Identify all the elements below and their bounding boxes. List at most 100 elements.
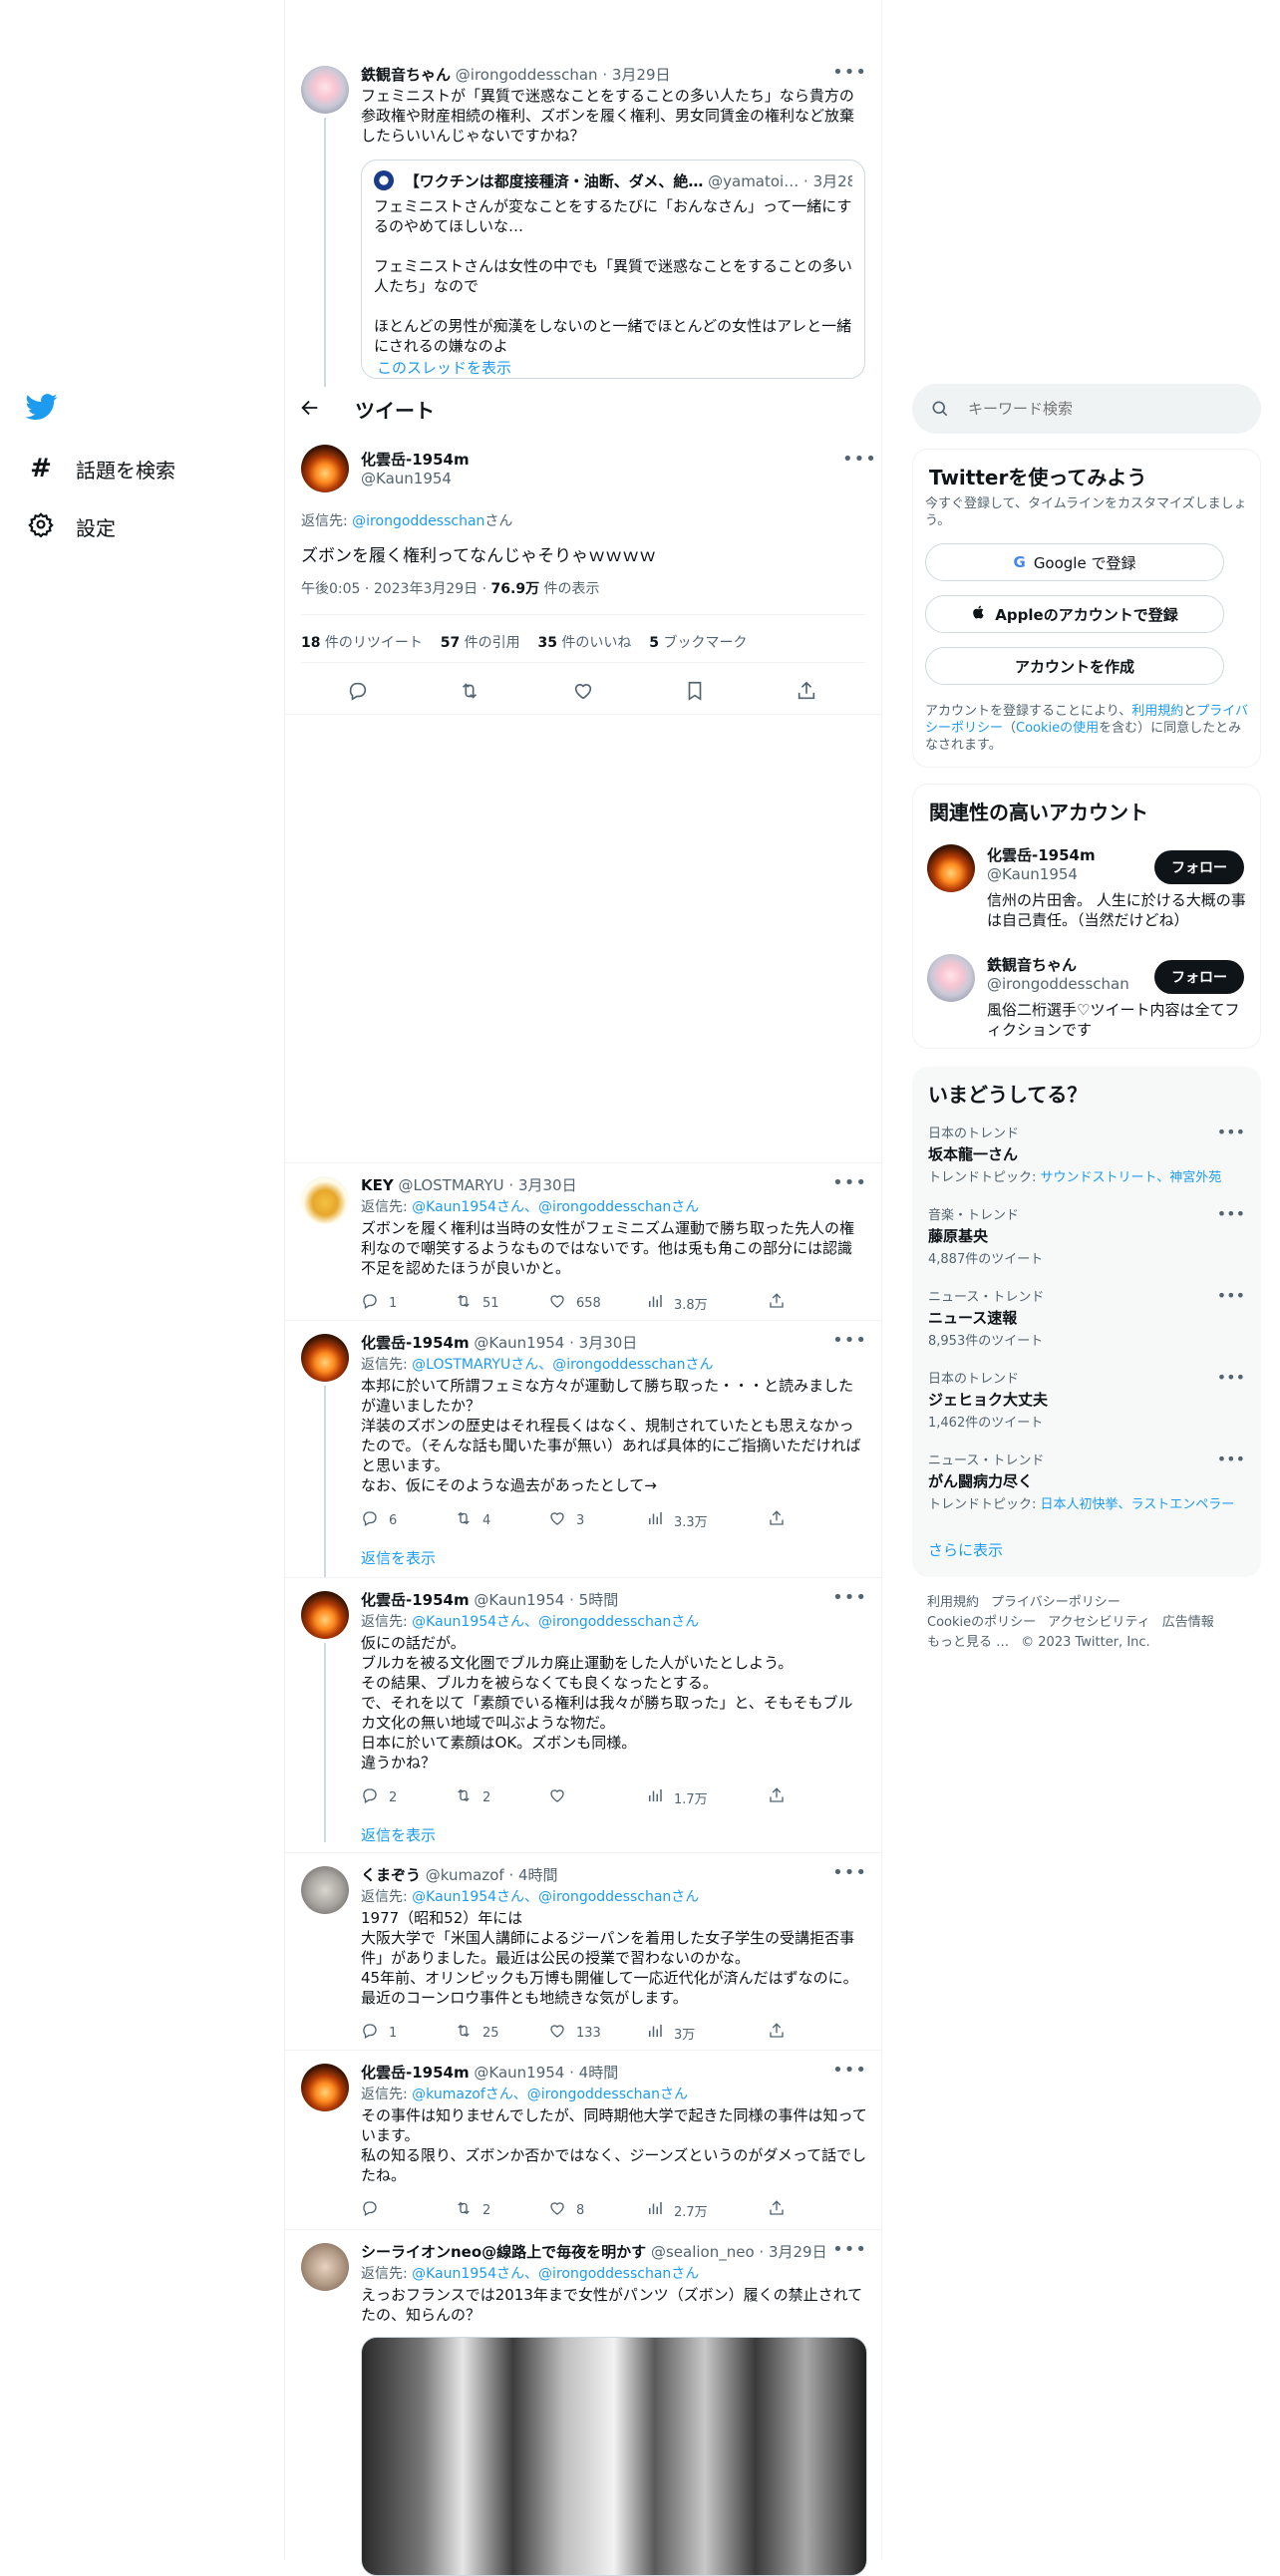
author-name[interactable]: KEY	[361, 1176, 394, 1194]
tweet-time[interactable]: 午後0:05	[301, 581, 360, 597]
reply-button[interactable]: 6	[361, 1509, 397, 1531]
views-button[interactable]: 3万	[646, 2022, 695, 2044]
footer-link[interactable]: プライバシーポリシー	[991, 1595, 1120, 1610]
share-icon[interactable]	[796, 680, 817, 706]
views-button[interactable]: 3.3万	[646, 1509, 708, 1531]
author-handle[interactable]: @sealion_neo	[651, 2243, 755, 2261]
show-replies-link[interactable]: 返信を表示	[361, 1547, 436, 1568]
more-icon[interactable]: •••	[1217, 1368, 1245, 1387]
show-more-link[interactable]: さらに表示	[928, 1539, 1003, 1560]
reply-tweet[interactable]: 化雲岳-1954m @Kaun1954 · 4時間 ••• 返信先: @kumazo…	[299, 2060, 867, 2231]
share-button[interactable]	[768, 2022, 786, 2044]
like-stat[interactable]: 35 件のいいね	[538, 635, 632, 651]
more-icon[interactable]: •••	[1217, 1286, 1245, 1305]
arrow-left-icon[interactable]	[299, 397, 321, 423]
reply-tweet[interactable]: 化雲岳-1954m @Kaun1954 · 5時間 ••• 返信先: @Kaun19…	[299, 1587, 867, 1844]
follow-button[interactable]: フォロー	[1154, 850, 1244, 884]
nav-explore[interactable]: # 話題を検索	[28, 447, 175, 490]
tweet-date[interactable]: 3月30日	[579, 1334, 638, 1352]
author-handle[interactable]: @irongoddesschan	[456, 66, 598, 84]
like-button[interactable]: 658	[548, 1292, 601, 1314]
trend-item[interactable]: ニュース・トレンド がん闘病力尽く トレンドトピック: 日本人初快挙、ラストエンペラ…	[928, 1449, 1245, 1512]
author-name[interactable]: 鉄観音ちゃん	[361, 66, 451, 84]
more-icon[interactable]: •••	[832, 1862, 867, 1883]
like-button[interactable]	[548, 1786, 576, 1808]
reply-tweet[interactable]: シーライオンneo@線路上で毎夜を明かす @sealion_neo · 3月29…	[299, 2239, 867, 2576]
reply-button[interactable]: 1	[361, 2022, 397, 2044]
author-handle[interactable]: @LOSTMARYU	[399, 1176, 504, 1194]
author-name[interactable]: 化雲岳-1954m	[361, 2064, 470, 2082]
nav-settings[interactable]: 設定	[28, 504, 116, 548]
retweet-button[interactable]: 51	[455, 1292, 499, 1314]
retweet-button[interactable]: 2	[455, 1786, 490, 1808]
trend-item[interactable]: ニュース・トレンド ニュース速報 8,953件のツイート •••	[928, 1286, 1245, 1349]
account-info[interactable]: 鉄観音ちゃん @irongoddesschan	[987, 954, 1129, 993]
reply-button[interactable]: 1	[361, 1292, 397, 1314]
author-name[interactable]: くまぞう	[361, 1866, 421, 1884]
footer-link[interactable]: もっと見る …	[927, 1635, 1009, 1650]
retweet-button[interactable]: 4	[455, 1509, 490, 1531]
more-icon[interactable]: •••	[832, 1172, 867, 1193]
share-button[interactable]	[768, 1786, 786, 1808]
footer-link[interactable]: 利用規約	[927, 1595, 979, 1610]
tweet-date[interactable]: 3月29日	[769, 2243, 827, 2261]
quote-stat[interactable]: 57 件の引用	[441, 635, 520, 651]
retweet-stat[interactable]: 18 件のリツイート	[301, 635, 423, 651]
bookmark-icon[interactable]	[684, 680, 706, 706]
author-handle[interactable]: @Kaun1954	[474, 1334, 564, 1352]
reply-tweet[interactable]: KEY @LOSTMARYU · 3月30日 ••• 返信先: @Kaun1954さ…	[299, 1172, 867, 1332]
reply-button[interactable]	[361, 2199, 389, 2221]
like-button[interactable]: 8	[548, 2199, 584, 2221]
trend-item[interactable]: 日本のトレンド 坂本龍一さん トレンドトピック: サウンドストリート、神宮外苑 •••	[928, 1123, 1245, 1185]
reply-to-link[interactable]: @irongoddesschan	[352, 513, 484, 529]
retweet-button[interactable]: 2	[455, 2199, 490, 2221]
tweet-date[interactable]: 3月29日	[612, 66, 671, 84]
follow-button[interactable]: フォロー	[1154, 960, 1244, 994]
cookie-link[interactable]: Cookieの使用	[1016, 721, 1099, 736]
trend-topic-link[interactable]: 日本人初快挙、ラストエンペラー	[1041, 1497, 1235, 1512]
reply-to-link[interactable]: @Kaun1954さん、@irongoddesschanさん	[412, 1889, 699, 1905]
reply-tweet[interactable]: くまぞう @kumazof · 4時間 ••• 返信先: @Kaun1954さん、@…	[299, 1862, 867, 2060]
tweet-photo[interactable]	[361, 2337, 867, 2576]
author-name[interactable]: シーライオンneo@線路上で毎夜を明かす	[361, 2243, 646, 2261]
tweet-date[interactable]: 4時間	[518, 1866, 558, 1884]
avatar[interactable]	[927, 844, 975, 892]
author-handle[interactable]: @kumazof	[426, 1866, 504, 1884]
bookmark-stat[interactable]: 5 ブックマーク	[649, 635, 747, 651]
author-handle[interactable]: @Kaun1954	[474, 2064, 564, 2082]
more-icon[interactable]: •••	[832, 62, 867, 83]
author-name[interactable]: 化雲岳-1954m	[361, 449, 470, 470]
footer-link[interactable]: Cookieのポリシー	[927, 1615, 1036, 1630]
search-input[interactable]	[968, 397, 1237, 421]
tweet-date[interactable]: 2023年3月29日	[374, 581, 478, 597]
quote-tweet[interactable]: 【ワクチンは都度接種済・油断、ダメ、絶… @yamatoi… · 3月28日 フ…	[361, 160, 865, 379]
share-button[interactable]	[768, 1509, 786, 1531]
avatar[interactable]	[927, 954, 975, 1002]
avatar[interactable]	[301, 445, 349, 492]
tweet-date[interactable]: 4時間	[579, 2064, 619, 2082]
author-name[interactable]: 化雲岳-1954m	[361, 1334, 470, 1352]
share-button[interactable]	[768, 2199, 786, 2221]
like-button[interactable]: 133	[548, 2022, 601, 2044]
views-button[interactable]: 3.8万	[646, 1292, 708, 1314]
main-tweet-author[interactable]: 化雲岳-1954m @Kaun1954	[361, 449, 470, 487]
apple-signup-button[interactable]: Appleのアカウントで登録	[925, 595, 1224, 633]
reply-tweet[interactable]: 化雲岳-1954m @Kaun1954 · 3月30日 ••• 返信先: @LOST…	[299, 1330, 867, 1573]
reply-to-link[interactable]: @Kaun1954さん、@irongoddesschanさん	[412, 1199, 699, 1215]
trend-item[interactable]: 音楽・トレンド 藤原基央 4,887件のツイート •••	[928, 1204, 1245, 1267]
reply-to-link[interactable]: @Kaun1954さん、@irongoddesschanさん	[412, 1614, 699, 1630]
like-button[interactable]: 3	[548, 1509, 584, 1531]
create-account-button[interactable]: アカウントを作成	[925, 647, 1224, 685]
reply-to-link[interactable]: @Kaun1954さん、@irongoddesschanさん	[412, 2266, 699, 2282]
reply-to-link[interactable]: @kumazofさん、@irongoddesschanさん	[412, 2087, 688, 2102]
google-signup-button[interactable]: G Google で登録	[925, 543, 1224, 581]
author-handle[interactable]: @Kaun1954	[474, 1591, 564, 1609]
retweet-icon[interactable]	[459, 680, 480, 706]
trend-topic-link[interactable]: サウンドストリート、神宮外苑	[1041, 1170, 1222, 1185]
like-icon[interactable]	[572, 680, 594, 706]
author-handle[interactable]: @Kaun1954	[361, 470, 470, 487]
search-box[interactable]	[912, 384, 1261, 434]
twitter-bird-icon[interactable]	[25, 391, 66, 431]
tweet-date[interactable]: 3月30日	[518, 1176, 577, 1194]
more-icon[interactable]: •••	[832, 1587, 867, 1608]
